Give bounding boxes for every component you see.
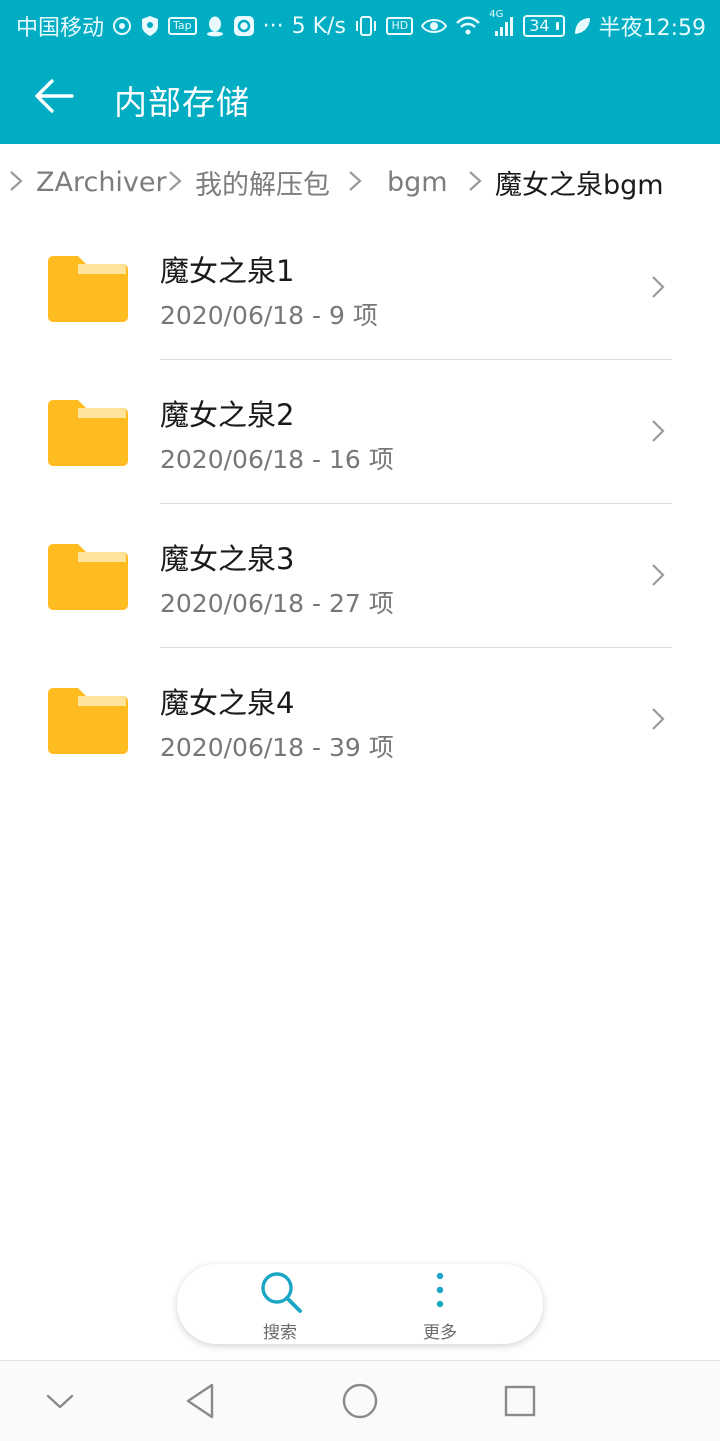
- more-status-dots: ···: [262, 13, 284, 39]
- network-speed: 5 K/s: [291, 13, 346, 39]
- chevron-right-icon: [169, 171, 182, 191]
- breadcrumb-item-current: 魔女之泉bgm: [495, 169, 664, 201]
- battery-icon: 34: [523, 15, 565, 37]
- list-item[interactable]: 魔女之泉4 2020/06/18 - 39 项: [0, 648, 720, 792]
- search-button[interactable]: 搜索: [230, 1264, 330, 1344]
- home-circle-icon[interactable]: [338, 1379, 382, 1423]
- collapse-icon[interactable]: [38, 1379, 82, 1423]
- netease-music-icon: [112, 16, 132, 36]
- network-type-label: 4G: [489, 9, 504, 20]
- chevron-right-icon: [652, 564, 665, 586]
- folder-meta: 2020/06/18 - 16 项: [160, 445, 394, 474]
- breadcrumb-item-zarchiver[interactable]: ZArchiver: [36, 160, 167, 204]
- arrow-left-icon: [35, 79, 74, 113]
- search-icon: [261, 1272, 302, 1313]
- folder-icon: [48, 544, 128, 610]
- more-button[interactable]: 更多: [390, 1264, 490, 1344]
- list-item[interactable]: 魔女之泉2 2020/06/18 - 16 项: [0, 360, 720, 504]
- tap-icon: Tap: [168, 17, 197, 35]
- vibrate-icon: [354, 15, 378, 37]
- list-item[interactable]: 魔女之泉1 2020/06/18 - 9 项: [0, 216, 720, 360]
- clock: 半夜12:59: [598, 16, 706, 41]
- folder-meta: 2020/06/18 - 39 项: [160, 733, 394, 762]
- wifi-icon: [455, 16, 481, 36]
- folder-icon: [48, 256, 128, 322]
- folder-icon: [48, 400, 128, 466]
- folder-name: 魔女之泉4: [160, 686, 295, 720]
- system-nav-bar: [0, 1360, 720, 1441]
- recents-square-icon[interactable]: [498, 1379, 542, 1423]
- eye-icon: [421, 17, 448, 35]
- leaf-icon: [573, 16, 591, 36]
- chevron-right-icon: [652, 276, 665, 298]
- folder-meta: 2020/06/18 - 9 项: [160, 301, 378, 330]
- back-triangle-icon[interactable]: [178, 1379, 222, 1423]
- search-label: 搜索: [263, 1323, 297, 1343]
- chevron-right-icon: [652, 708, 665, 730]
- qq-icon: [205, 15, 225, 37]
- breadcrumb: ZArchiver 我的解压包 bgm 魔女之泉bgm: [0, 160, 720, 204]
- hd-icon: HD: [386, 17, 414, 35]
- signal-icon: 4G: [489, 9, 515, 37]
- battery-level: 34: [529, 16, 550, 35]
- app-bar: 内部存储: [0, 48, 720, 144]
- folder-icon: [48, 688, 128, 754]
- top-bar: 中国移动 Tap ··· 5 K/s HD 4G 34 半夜12:59 内部存储: [0, 0, 720, 144]
- more-label: 更多: [423, 1323, 457, 1343]
- chevron-right-icon: [469, 171, 482, 191]
- list-item[interactable]: 魔女之泉3 2020/06/18 - 27 项: [0, 504, 720, 648]
- bottom-toolbar: 搜索 更多: [177, 1264, 543, 1344]
- breadcrumb-item-bgm[interactable]: bgm: [387, 160, 448, 204]
- folder-meta: 2020/06/18 - 27 项: [160, 589, 394, 618]
- chevron-right-icon: [652, 420, 665, 442]
- folder-name: 魔女之泉2: [160, 398, 295, 432]
- shield-icon: [140, 15, 160, 37]
- status-bar: 中国移动 Tap ··· 5 K/s HD 4G 34 半夜12:59: [0, 0, 720, 48]
- chevron-right-icon: [349, 171, 362, 191]
- folder-name: 魔女之泉1: [160, 254, 295, 288]
- back-button[interactable]: [28, 70, 80, 122]
- chevron-right-icon: [10, 171, 23, 191]
- carrier-name: 中国移动: [16, 16, 105, 41]
- more-vertical-icon: [436, 1272, 444, 1308]
- app-icon: [233, 15, 255, 37]
- breadcrumb-item-extract[interactable]: 我的解压包: [195, 160, 330, 204]
- folder-name: 魔女之泉3: [160, 542, 295, 576]
- page-title: 内部存储: [114, 83, 250, 122]
